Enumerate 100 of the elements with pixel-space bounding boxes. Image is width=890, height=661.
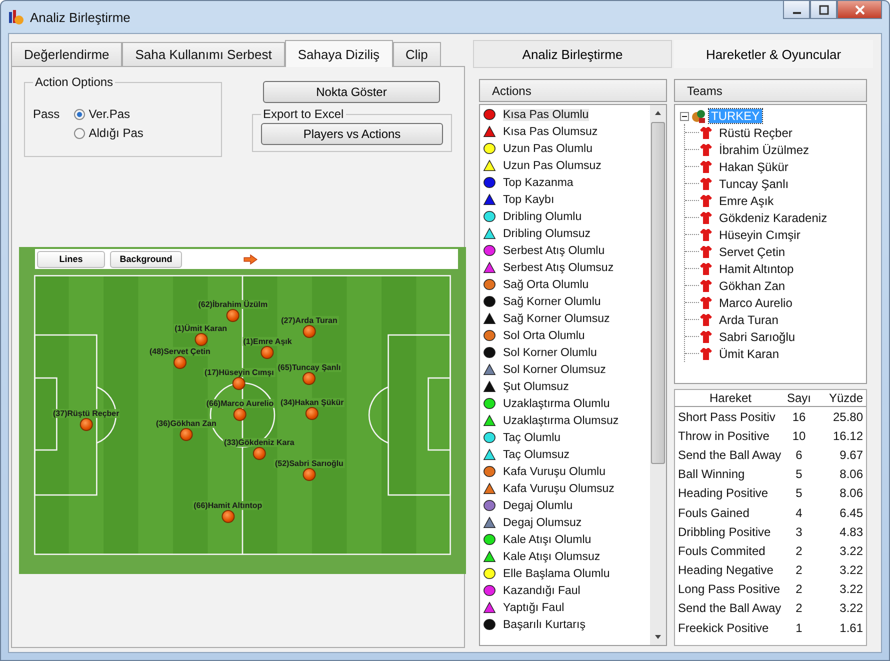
tree-item[interactable]: Marco Aurelio: [719, 296, 792, 310]
action-item[interactable]: Kısa Pas Olumlu: [480, 106, 650, 123]
table-cell-text: 6: [794, 448, 804, 462]
action-item[interactable]: Uzun Pas Olumlu: [480, 140, 650, 157]
tab[interactable]: Analiz Birleştirme: [473, 40, 672, 68]
action-item[interactable]: Elle Başlama Olumlu: [480, 565, 650, 582]
action-item[interactable]: Serbest Atış Olumlu: [480, 242, 650, 259]
table-cell-text: 1: [794, 620, 804, 635]
table-cell-text: Send the Ball Away: [678, 601, 782, 616]
action-item[interactable]: Kale Atışı Olumlu: [480, 531, 650, 548]
action-item[interactable]: Yaptığı Faul: [480, 599, 650, 616]
toolbar-button[interactable]: Background: [110, 250, 182, 268]
action-item[interactable]: Top Kaybı: [480, 191, 650, 208]
column-header[interactable]: Sayı: [783, 391, 815, 405]
tree-item[interactable]: Ümit Karan: [719, 346, 780, 360]
tab[interactable]: Clip: [392, 42, 441, 66]
action-item[interactable]: Kale Atışı Olumsuz: [480, 548, 650, 565]
action-item[interactable]: Sol Orta Olumlu: [480, 327, 650, 344]
tree-item[interactable]: Emre Aşık: [719, 194, 774, 208]
action-item[interactable]: Taç Olumsuz: [480, 446, 650, 463]
shirt-icon: [699, 160, 713, 174]
action-item[interactable]: Uzun Pas Olumsuz: [480, 157, 650, 174]
tree-item[interactable]: Tuncay Şanlı: [719, 176, 789, 190]
table-cell-text: 2: [794, 582, 804, 596]
player-label: (1)Emre Aşık: [242, 337, 293, 346]
action-item[interactable]: Sağ Korner Olumsuz: [480, 310, 650, 327]
radio-icon[interactable]: [74, 128, 85, 138]
radio-option[interactable]: Aldığı Pas: [74, 126, 144, 140]
shirt-icon: [699, 346, 713, 360]
tab[interactable]: Sahaya Diziliş: [284, 40, 392, 67]
tab[interactable]: Saha Kullanımı Serbest: [122, 42, 285, 66]
column-header: Actions: [479, 79, 667, 102]
player-label: (27)Arda Turan: [280, 316, 338, 326]
scroll-thumb[interactable]: [651, 122, 665, 464]
table-cell-text: 2: [794, 601, 804, 616]
show-points-button[interactable]: Nokta Göster: [263, 81, 440, 103]
tab[interactable]: Hareketler & Oyuncular: [674, 40, 873, 68]
table-cell-text: 10: [791, 428, 807, 443]
arrow-icon[interactable]: [243, 254, 258, 264]
minimize-button[interactable]: [783, 0, 810, 19]
close-icon[interactable]: [854, 4, 864, 14]
tree-item[interactable]: Gökdeniz Karadeniz: [719, 210, 828, 224]
table-cell-text: Short Pass Positiv: [678, 410, 776, 424]
tree-item[interactable]: Hüseyin Cımşir: [719, 228, 800, 242]
tree-item[interactable]: İbrahim Üzülmez: [719, 142, 810, 156]
action-item[interactable]: Sağ Orta Olumlu: [480, 276, 650, 293]
action-item[interactable]: Uzaklaştırma Olumsuz: [480, 412, 650, 429]
table-cell-text: Send the Ball Away: [678, 448, 782, 462]
export-button[interactable]: Players vs Actions: [261, 123, 443, 145]
action-item[interactable]: Serbest Atış Olumsuz: [480, 259, 650, 276]
table-cell-text: 1.61: [838, 620, 863, 635]
shirt-icon: [699, 126, 713, 140]
action-item[interactable]: Dribling Olumlu: [480, 208, 650, 225]
scrollbar[interactable]: [650, 105, 666, 645]
radio-option[interactable]: Ver.Pas: [74, 107, 144, 121]
player-label: (52)Sabri Sarıoğlu: [274, 459, 344, 468]
action-item[interactable]: Degaj Olumsuz: [480, 514, 650, 531]
action-item[interactable]: Sağ Korner Olumlu: [480, 293, 650, 310]
tree-item[interactable]: Rüstü Reçber: [719, 126, 792, 140]
action-item[interactable]: Kısa Pas Olumsuz: [480, 123, 650, 140]
tree-item[interactable]: Hakan Şükür: [719, 160, 788, 174]
column-header[interactable]: Hareket: [678, 391, 783, 405]
action-item[interactable]: Kafa Vuruşu Olumsuz: [480, 480, 650, 497]
tree-item[interactable]: Gökhan Zan: [719, 278, 786, 292]
action-item[interactable]: Sol Korner Olumlu: [480, 344, 650, 361]
toolbar-button[interactable]: Lines: [37, 250, 105, 268]
radio-icon[interactable]: [74, 108, 85, 120]
table-cell-text: 3.22: [838, 544, 863, 558]
action-item[interactable]: Başarılı Kurtarış: [480, 616, 650, 633]
action-item[interactable]: Kazandığı Faul: [480, 582, 650, 599]
window-title: Analiz Birleştirme: [30, 10, 130, 24]
action-item[interactable]: Degaj Olumlu: [480, 497, 650, 514]
action-item[interactable]: Şut Olumsuz: [480, 378, 650, 395]
action-item[interactable]: Kafa Vuruşu Olumlu: [480, 463, 650, 480]
table-cell-text: 3.22: [838, 563, 863, 578]
table-cell-text: 3: [794, 524, 804, 539]
collapse-icon[interactable]: [680, 112, 689, 120]
action-item[interactable]: Dribling Olumsuz: [480, 225, 650, 242]
column-header: Teams: [674, 79, 867, 102]
scroll-down-icon[interactable]: [654, 634, 662, 640]
action-item[interactable]: Taç Olumlu: [480, 429, 650, 446]
shirt-icon: [699, 262, 713, 276]
close-button[interactable]: [837, 0, 882, 19]
table-cell-text: Ball Winning: [678, 467, 746, 482]
tree-item[interactable]: Sabri Sarıoğlu: [719, 330, 796, 344]
player-label: (66)Marco Aurelio: [205, 399, 275, 408]
maximize-icon[interactable]: [818, 4, 828, 14]
chart-icon: [8, 9, 24, 25]
action-item[interactable]: Sol Korner Olumsuz: [480, 361, 650, 378]
group-title: Action Options: [34, 75, 114, 89]
tab[interactable]: Değerlendirme: [11, 42, 122, 66]
tree-item[interactable]: Arda Turan: [719, 312, 778, 326]
scroll-up-icon[interactable]: [654, 110, 662, 116]
action-item[interactable]: Top Kazanma: [480, 174, 650, 191]
column-header[interactable]: Yüzde: [815, 391, 863, 405]
maximize-button[interactable]: [810, 0, 837, 19]
group-title: Export to Excel: [262, 107, 345, 121]
action-item[interactable]: Uzaklaştırma Olumlu: [480, 395, 650, 412]
tree-item[interactable]: Hamit Altıntop: [719, 262, 794, 276]
tree-item[interactable]: Servet Çetin: [719, 244, 786, 258]
